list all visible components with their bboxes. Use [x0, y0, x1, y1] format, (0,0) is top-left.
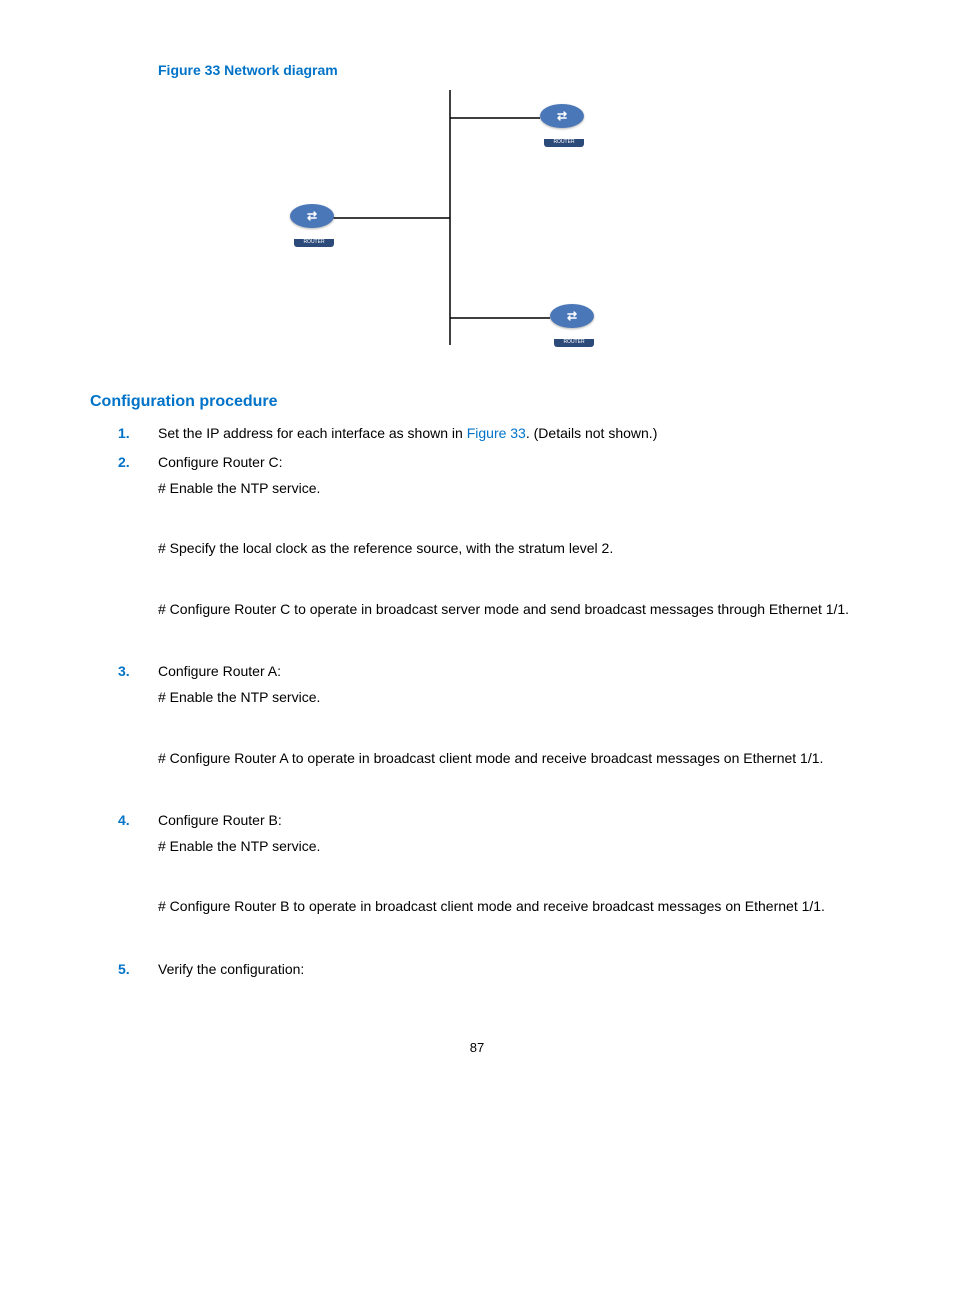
step-body: Configure Router A: # Enable the NTP serv…: [158, 661, 864, 802]
step-body: Verify the configuration:: [158, 959, 864, 979]
figure-link[interactable]: Figure 33: [467, 425, 526, 441]
step-line: # Enable the NTP service.: [158, 836, 864, 856]
step-line: Verify the configuration:: [158, 959, 864, 979]
step-body: Set the IP address for each interface as…: [158, 423, 864, 443]
step-line: # Configure Router B to operate in broad…: [158, 896, 864, 916]
step-line: # Specify the local clock as the referen…: [158, 538, 864, 558]
router-icon: ⇄ ROUTER: [540, 104, 584, 136]
text: Set the IP address for each interface as…: [158, 425, 467, 441]
router-icon: ⇄ ROUTER: [290, 204, 334, 236]
spacer: [158, 504, 864, 532]
step-line: Configure Router A:: [158, 661, 864, 681]
step-body: Configure Router B: # Enable the NTP serv…: [158, 810, 864, 951]
step-number: 3.: [118, 661, 130, 681]
steps-list: 1. Set the IP address for each interface …: [90, 423, 864, 979]
step-line: # Enable the NTP service.: [158, 478, 864, 498]
step-item: 5.Verify the configuration:: [158, 959, 864, 979]
figure-caption: Figure 33 Network diagram: [158, 60, 864, 80]
text: . (Details not shown.): [526, 425, 658, 441]
spacer: [158, 565, 864, 593]
page-number: 87: [90, 1039, 864, 1058]
step-number: 2.: [118, 452, 130, 472]
router-icon: ⇄ ROUTER: [550, 304, 594, 336]
section-heading: Configuration procedure: [90, 390, 864, 413]
step-item: 2.Configure Router C:# Enable the NTP se…: [158, 452, 864, 653]
step-line: Set the IP address for each interface as…: [158, 423, 864, 443]
spacer: [158, 923, 864, 951]
step-line: Configure Router B:: [158, 810, 864, 830]
router-icon-label: ROUTER: [554, 339, 594, 346]
step-item: 3.Configure Router A:# Enable the NTP se…: [158, 661, 864, 802]
spacer: [158, 862, 864, 890]
step-body: Configure Router C: # Enable the NTP serv…: [158, 452, 864, 653]
step-line: Configure Router C:: [158, 452, 864, 472]
step-line: # Enable the NTP service.: [158, 687, 864, 707]
step-number: 4.: [118, 810, 130, 830]
network-diagram: ⇄ ROUTER ⇄ ROUTER ⇄ ROUTER: [210, 90, 864, 360]
router-icon-label: ROUTER: [544, 139, 584, 146]
step-line: # Configure Router C to operate in broad…: [158, 599, 864, 619]
router-icon-label: ROUTER: [294, 239, 334, 246]
step-item: 1.Set the IP address for each interface …: [158, 423, 864, 443]
spacer: [158, 625, 864, 653]
spacer: [158, 774, 864, 802]
step-item: 4.Configure Router B:# Enable the NTP se…: [158, 810, 864, 951]
step-number: 1.: [118, 423, 130, 443]
spacer: [158, 714, 864, 742]
step-number: 5.: [118, 959, 130, 979]
step-line: # Configure Router A to operate in broad…: [158, 748, 864, 768]
